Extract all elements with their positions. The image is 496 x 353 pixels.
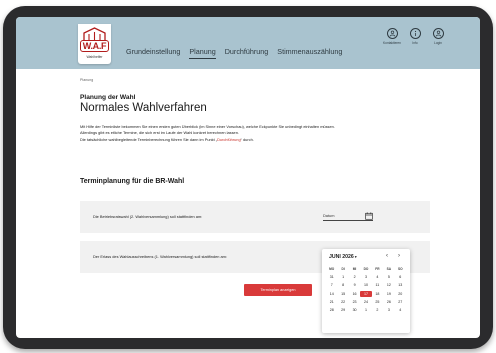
calendar-day[interactable]: 23 <box>349 299 360 305</box>
main-nav: Grundeinstellung Planung Durchführung St… <box>126 47 351 59</box>
wahl-date-input[interactable]: Datum <box>323 212 373 221</box>
next-month-button[interactable]: › <box>398 253 400 259</box>
calendar-day[interactable]: 29 <box>337 307 348 313</box>
intro-line-3-post: “ durch. <box>240 136 254 142</box>
calendar-day[interactable]: 14 <box>326 291 337 297</box>
weekday-header: MI <box>352 267 357 271</box>
contact-button[interactable]: Kontaktieren <box>381 28 403 45</box>
calendar-day[interactable]: 20 <box>395 291 406 297</box>
calendar-day[interactable]: 9 <box>349 282 360 288</box>
nav-stimmenauszaehlung[interactable]: Stimmenauszählung <box>277 47 342 59</box>
intro-line-3-pre: Die tatsächliche wahlbegleitende Terminb… <box>80 136 218 142</box>
login-icon <box>432 28 444 39</box>
calendar-day[interactable]: 6 <box>395 274 406 280</box>
contact-label: Kontaktieren <box>383 41 401 45</box>
calendar-day[interactable]: 21 <box>326 299 337 305</box>
calendar-day[interactable]: 4 <box>372 274 383 280</box>
datepicker-popup: JUNI 2026▾ ‹ › MO DI MI DO FR SA SO 31 1 2 3 4 5 6 7 8 9… <box>322 249 410 333</box>
chevron-down-icon: ▾ <box>354 255 357 259</box>
section-kicker: Planung der Wahl <box>80 94 136 101</box>
calendar-day[interactable]: 7 <box>326 282 337 288</box>
calendar-day[interactable]: 11 <box>372 282 383 288</box>
calendar-icon[interactable] <box>365 212 373 220</box>
calendar-day[interactable]: 4 <box>395 307 406 313</box>
calendar-day[interactable]: 27 <box>395 299 406 305</box>
card-label: Der Erlass des Wahlausschreibens (1. Wah… <box>93 254 227 259</box>
calendar-day[interactable]: 2 <box>372 307 383 313</box>
breadcrumb[interactable]: Planung <box>80 78 93 82</box>
calendar-day[interactable]: 1 <box>337 274 348 280</box>
calendar-day[interactable]: 19 <box>383 291 394 297</box>
date-placeholder: Datum <box>323 213 335 218</box>
nav-planung[interactable]: Planung <box>189 47 216 59</box>
calendar-day[interactable]: 8 <box>337 282 348 288</box>
calendar-day-selected[interactable]: 17 <box>360 290 372 297</box>
logo-subtitle: Wahlhelfer <box>86 55 103 59</box>
calendar-day[interactable]: 10 <box>360 282 371 288</box>
calendar-day[interactable]: 15 <box>337 291 348 297</box>
durchfuehrung-link[interactable]: Durchführung <box>217 137 241 142</box>
prev-month-button[interactable]: ‹ <box>386 253 388 259</box>
weekday-header: SA <box>386 267 392 271</box>
terminplan-anzeigen-button[interactable]: Terminplan anzeigen <box>244 284 312 296</box>
card-label: Die Betriebsratswahl (2. Wahlversammlung… <box>93 214 203 219</box>
section-heading: Terminplanung für die BR-Wahl <box>80 178 185 185</box>
date-card-wahl: Die Betriebsratswahl (2. Wahlversammlung… <box>80 201 430 233</box>
calendar-day[interactable]: 28 <box>326 307 337 313</box>
weekday-header: DO <box>363 267 369 271</box>
calendar-day[interactable]: 25 <box>372 299 383 305</box>
calendar-day[interactable]: 13 <box>395 282 406 288</box>
calendar-day[interactable]: 2 <box>349 274 360 280</box>
page-title: Normales Wahlverfahren <box>80 102 207 114</box>
login-label: Login <box>434 41 442 45</box>
nav-grundeinstellung[interactable]: Grundeinstellung <box>126 47 180 59</box>
intro-text: Mit Hilfe der Terminliste bekommen Sie e… <box>80 124 460 143</box>
logo-wordmark: W.A.F <box>80 40 109 52</box>
calendar-day[interactable]: 24 <box>360 299 371 305</box>
calendar-grid: MO DI MI DO FR SA SO 31 1 2 3 4 5 6 7 8 9 10 11 12 13 14 15 16 1… <box>326 266 406 313</box>
calendar-day[interactable]: 30 <box>349 307 360 313</box>
intro-line-3: Die tatsächliche wahlbegleitende Terminb… <box>80 137 460 143</box>
month-year-selector[interactable]: JUNI 2026▾ <box>329 254 357 260</box>
top-header: W.A.F Wahlhelfer Grundeinstellung Planun… <box>16 17 480 69</box>
waf-logo[interactable]: W.A.F Wahlhelfer <box>78 24 111 64</box>
month-label: JUNI 2026 <box>329 254 354 260</box>
info-label: Info <box>412 41 418 45</box>
contact-icon <box>386 28 398 39</box>
app-screen: W.A.F Wahlhelfer Grundeinstellung Planun… <box>16 17 480 338</box>
calendar-day[interactable]: 18 <box>372 291 383 297</box>
weekday-header: MO <box>329 267 335 271</box>
calendar-day[interactable]: 5 <box>383 274 394 280</box>
tablet-frame: W.A.F Wahlhelfer Grundeinstellung Planun… <box>3 6 493 349</box>
info-icon <box>409 28 421 39</box>
calendar-day[interactable]: 3 <box>383 307 394 313</box>
weekday-header: DI <box>341 267 345 271</box>
house-logo-icon <box>83 27 106 40</box>
weekday-header: FR <box>375 267 380 271</box>
calendar-day[interactable]: 26 <box>383 299 394 305</box>
calendar-day[interactable]: 3 <box>360 274 371 280</box>
calendar-day[interactable]: 22 <box>337 299 348 305</box>
nav-durchfuehrung[interactable]: Durchführung <box>225 47 269 59</box>
login-button[interactable]: Login <box>427 28 449 45</box>
calendar-day[interactable]: 16 <box>349 291 360 297</box>
calendar-day[interactable]: 31 <box>326 274 337 280</box>
calendar-day[interactable]: 1 <box>360 307 371 313</box>
calendar-day[interactable]: 12 <box>383 282 394 288</box>
info-button[interactable]: Info <box>404 28 426 45</box>
weekday-header: SO <box>397 267 403 271</box>
